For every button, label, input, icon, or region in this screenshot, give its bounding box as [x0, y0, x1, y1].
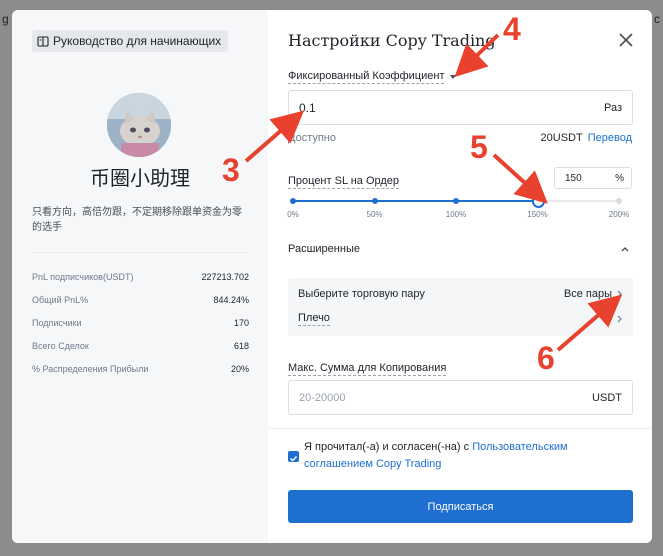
agreement-prefix: Я прочитал(-а) и согласен(-на) с [304, 441, 470, 453]
stat-value: 20% [230, 364, 249, 374]
leverage-label: Плечо [298, 312, 330, 326]
slider-mark-label: 100% [445, 210, 467, 219]
stat-row: PnL подписчиков(USDT) 227213.702 [32, 272, 249, 295]
beginner-guide-label: Руководство для начинающих [53, 34, 222, 48]
chevron-right-icon [617, 315, 622, 323]
stat-row: Общий PnL% 844.24% [32, 295, 249, 318]
sl-percent-field[interactable]: % [554, 167, 632, 189]
max-amount-label-wrap: Макс. Сумма для Копирования [288, 358, 447, 376]
trader-bio: 只看方向，高倍勿跟，不定期移除跟单资金为零的选手 [32, 207, 242, 233]
beginner-guide-button[interactable]: Руководство для начинающих [32, 30, 229, 52]
leverage-selector[interactable]: Плечо [298, 312, 623, 326]
stat-value: 170 [233, 318, 249, 328]
divider [268, 428, 652, 429]
slider-thumb[interactable] [531, 195, 545, 208]
slider-tick[interactable] [371, 198, 378, 204]
stat-label: PnL подписчиков(USDT) [32, 272, 134, 282]
stat-label: Подписчики [32, 318, 82, 328]
coefficient-unit: Раз [603, 101, 622, 114]
chevron-up-icon[interactable] [620, 244, 630, 254]
slider-mark-label: 0% [287, 210, 299, 219]
stat-row: Подписчики 170 [32, 318, 249, 341]
available-balance: 20USDT Перевод [541, 132, 632, 144]
stat-row: % Распределения Прибыли 20% [32, 364, 249, 387]
background-edge-text-right: c [654, 12, 660, 26]
slider-tick[interactable] [453, 198, 459, 204]
advanced-section-toggle[interactable]: Расширенные [288, 243, 360, 255]
stat-value: 618 [233, 341, 249, 351]
stat-value: 844.24% [213, 295, 249, 305]
agreement-text: Я прочитал(-а) и согласен(-на) с Пользов… [304, 439, 604, 473]
stat-label: Общий PnL% [32, 295, 89, 305]
agreement-checkbox[interactable] [288, 451, 299, 462]
background-edge-text-left: g [2, 12, 9, 26]
sl-percent-unit: % [615, 172, 624, 184]
sl-percent-label: Процент SL на Ордер [288, 175, 400, 189]
modal-title: Настройки Copy Trading [288, 31, 496, 50]
trader-info-panel: Руководство для начинающих 币圈小助理 只看方向，高倍… [12, 10, 268, 543]
slider-mark-label: 150% [527, 210, 548, 219]
trader-avatar [107, 93, 171, 157]
caret-down-icon [450, 75, 457, 79]
max-amount-label: Макс. Сумма для Копирования [288, 362, 447, 376]
coefficient-input[interactable] [299, 100, 499, 115]
close-button[interactable] [617, 31, 635, 49]
settings-panel: Настройки Copy Trading Фиксированный Коэ… [268, 10, 652, 543]
slider-tick[interactable] [290, 198, 296, 204]
cat-avatar-icon [107, 93, 171, 157]
coefficient-field[interactable]: Раз [288, 90, 633, 125]
slider-mark-label: 200% [608, 210, 630, 219]
coefficient-label: Фиксированный Коэффициент [288, 70, 445, 84]
stat-label: Всего Сделок [32, 341, 89, 351]
slider-fill [293, 200, 538, 202]
coefficient-mode-dropdown[interactable]: Фиксированный Коэффициент [288, 70, 457, 84]
book-icon [37, 35, 49, 47]
copy-trading-modal: Руководство для начинающих 币圈小助理 只看方向，高倍… [12, 10, 652, 543]
slider-tick[interactable] [616, 198, 622, 204]
available-amount: 20USDT [540, 132, 583, 144]
available-label: Доступно [288, 132, 337, 144]
divider [32, 252, 248, 253]
trading-pair-value: Все пары [563, 288, 612, 300]
stat-value: 227213.702 [201, 272, 249, 282]
transfer-link[interactable]: Перевод [588, 132, 632, 144]
subscribe-button[interactable]: Подписаться [288, 490, 633, 523]
max-amount-field[interactable]: USDT [288, 380, 633, 415]
close-icon [619, 33, 633, 47]
trading-pair-label: Выберите торговую пару [298, 288, 425, 300]
advanced-settings: Выберите торговую пару Все пары Плечо [288, 278, 633, 336]
trading-pair-selector[interactable]: Выберите торговую пару Все пары [298, 288, 623, 300]
slider-mark-label: 50% [366, 210, 383, 219]
stat-label: % Распределения Прибыли [32, 364, 149, 374]
sl-percent-label-wrap: Процент SL на Ордер [288, 171, 400, 189]
sl-percent-input[interactable] [565, 172, 605, 184]
trader-name: 币圈小助理 [90, 166, 190, 190]
max-amount-input[interactable] [299, 391, 499, 404]
stat-row: Всего Сделок 618 [32, 341, 249, 364]
trader-stats: PnL подписчиков(USDT) 227213.702 Общий P… [32, 272, 249, 387]
chevron-right-icon [617, 290, 622, 298]
checkmark-icon [290, 456, 298, 462]
sl-percent-slider[interactable]: 0% 50% 100% 150% 200% [287, 195, 629, 226]
max-amount-unit: USDT [592, 391, 622, 404]
